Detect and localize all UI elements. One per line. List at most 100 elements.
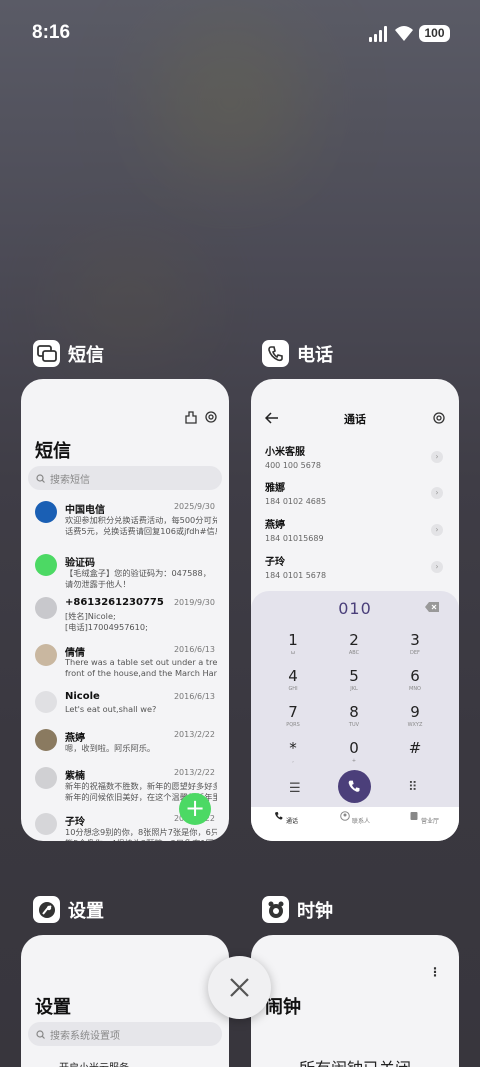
dialpad-key[interactable]: 2 ABC — [324, 631, 384, 665]
recent-call-item[interactable]: 小米客服 400 100 5678 › — [265, 443, 445, 475]
key-digit: 3 — [410, 631, 420, 649]
key-letters: + — [351, 758, 357, 764]
sms-sender: Nicole — [65, 691, 100, 702]
recent-call-item[interactable]: 雅娜 184 0102 4685 › — [265, 479, 445, 511]
dialpad-key[interactable]: 7 PQRS — [263, 703, 323, 737]
sms-date: 2013/2/22 — [173, 730, 215, 739]
key-digit: 4 — [288, 667, 298, 685]
tab-service-label: 营业厅 — [420, 818, 439, 825]
sms-date: 2025/9/30 — [173, 502, 215, 511]
clear-all-button[interactable] — [208, 956, 271, 1019]
sms-list-item[interactable]: 验证码 【毛绒盒子】您的验证码为：047588， 请勿泄露于他人！ — [35, 554, 217, 598]
chevron-right-icon[interactable]: › — [431, 451, 443, 463]
close-icon — [230, 978, 249, 997]
clock-card[interactable]: ⋮ 闹钟 所有闹钟已关闭 — [251, 935, 459, 1067]
contact-avatar — [35, 597, 57, 619]
sms-preview-line1: 嗯，收到啦。阿乐阿乐。 — [65, 743, 156, 753]
phone-topbar: 通话 — [251, 407, 459, 431]
dialpad-key[interactable]: 6 MNO — [385, 667, 445, 701]
status-time: 8:16 — [32, 22, 71, 43]
contact-avatar — [35, 554, 57, 576]
chevron-right-icon[interactable]: › — [431, 524, 443, 536]
dialpad-key[interactable]: 9 WXYZ — [385, 703, 445, 737]
contact-number: 400 100 5678 — [265, 461, 321, 470]
keypad-toggle-icon[interactable]: ⠿ — [408, 780, 417, 795]
settings-search-input[interactable]: 搜索系统设置项 — [28, 1022, 222, 1046]
search-icon — [36, 1029, 45, 1039]
key-digit: 5 — [349, 667, 359, 685]
sms-card[interactable]: 短信 搜索短信 中国电信 2025/9/30 欢迎参加积分兑换话费活动，每500分可… — [21, 379, 229, 841]
call-button[interactable] — [338, 770, 371, 803]
sms-list-item[interactable]: +8613261230775 2019/9/30 [姓名]Nicole; [电话]17… — [35, 597, 217, 641]
tab-calls[interactable]: 通话 — [261, 811, 311, 825]
sms-preview-line2: 熊5个像你，4根棒头3颗糖，2只象奔1回... — [65, 837, 217, 841]
chevron-right-icon[interactable]: › — [431, 487, 443, 499]
contact-avatar — [35, 729, 57, 751]
app-header-settings[interactable]: 设置 — [33, 896, 104, 923]
app-name-settings: 设置 — [68, 900, 104, 922]
key-digit: 2 — [349, 631, 359, 649]
key-letters: , — [292, 758, 294, 764]
wifi-icon — [395, 26, 413, 41]
contact-avatar — [35, 501, 57, 523]
recent-call-item[interactable]: 燕婷 184 01015689 › — [265, 516, 445, 548]
contact-avatar — [35, 691, 57, 713]
contact-avatar — [35, 644, 57, 666]
sms-preview-line1: There was a table set out under a tree i… — [65, 657, 217, 667]
clean-icon[interactable] — [185, 411, 197, 424]
gear-icon[interactable] — [433, 412, 445, 424]
phone-tabbar: 通话 联系人 营业厅 — [251, 807, 459, 841]
sms-list-item[interactable]: 倩倩 2016/6/13 There was a table set out und… — [35, 644, 217, 688]
settings-card[interactable]: 设置 搜索系统设置项 开启小米云服务 — [21, 935, 229, 1067]
key-letters: TUV — [348, 722, 360, 728]
app-name-clock: 时钟 — [297, 900, 333, 922]
alarm-empty-text: 所有闹钟已关闭 — [251, 1055, 459, 1067]
dialpad-key[interactable]: 0 + — [324, 739, 384, 773]
backspace-icon[interactable] — [425, 602, 439, 612]
more-options-icon[interactable]: ⋮ — [429, 965, 441, 979]
app-name-sms: 短信 — [68, 344, 104, 366]
sms-preview-line2: 话费5元，兑换话费请回复106或jfdh#信息... — [65, 526, 217, 536]
sms-preview-line2: [电话]17004957610; — [65, 622, 148, 632]
search-icon — [36, 473, 45, 483]
dialpad-key[interactable]: *, — [263, 739, 323, 773]
key-letters: WXYZ — [407, 722, 423, 728]
sms-sender: +8613261230775 — [65, 597, 164, 608]
key-letters: ω — [290, 650, 296, 656]
settings-item-cloud[interactable]: 开启小米云服务 — [59, 1059, 129, 1067]
sms-preview-line2: front of the house,and the March Hare an… — [65, 668, 217, 678]
dialpad-key[interactable]: 3 DEF — [385, 631, 445, 665]
dialpad-key[interactable]: 8 TUV — [324, 703, 384, 737]
phone-card[interactable]: 通话 小米客服 400 100 5678 › 雅娜 184 0102 4685 › 燕婷 18… — [251, 379, 459, 841]
phone-icon — [275, 812, 283, 820]
app-header-phone[interactable]: 电话 — [262, 340, 333, 367]
menu-icon[interactable]: ☰ — [289, 781, 301, 796]
key-letters: GHI — [288, 686, 298, 692]
tab-service[interactable]: 营业厅 — [399, 811, 449, 825]
sms-list-item[interactable]: 中国电信 2025/9/30 欢迎参加积分兑换话费活动，每500分可兑换 话费5元，兑… — [35, 501, 217, 545]
chevron-right-icon[interactable]: › — [431, 561, 443, 573]
dialpad-key[interactable]: 5 JKL — [324, 667, 384, 701]
sms-preview-line1: Let's eat out,shall we? — [65, 704, 157, 714]
app-header-sms[interactable]: 短信 — [33, 340, 104, 367]
app-name-phone: 电话 — [297, 344, 333, 366]
sms-date: 2013/2/22 — [173, 768, 215, 777]
phone-page-title: 通话 — [344, 413, 366, 426]
tab-contacts[interactable]: 联系人 — [330, 811, 380, 825]
sms-app-icon — [33, 340, 60, 367]
dialpad-key[interactable]: # — [385, 739, 445, 773]
key-letters: ABC — [348, 650, 360, 656]
dialpad-key[interactable]: 1ω — [263, 631, 323, 665]
tab-contacts-label: 联系人 — [351, 818, 370, 825]
compose-button[interactable]: + — [179, 793, 211, 825]
recent-call-item[interactable]: 子玲 184 0101 5678 › — [265, 553, 445, 585]
key-digit: 7 — [288, 703, 298, 721]
sms-search-input[interactable]: 搜索短信 — [28, 466, 222, 490]
sms-date: 2016/6/13 — [173, 692, 215, 701]
sms-toolbar — [185, 411, 217, 424]
clock-app-icon — [262, 896, 289, 923]
app-header-clock[interactable]: 时钟 — [262, 896, 333, 923]
sms-preview-line2: 请勿泄露于他人！ — [65, 579, 131, 589]
dialpad-key[interactable]: 4 GHI — [263, 667, 323, 701]
gear-icon[interactable] — [205, 411, 217, 423]
